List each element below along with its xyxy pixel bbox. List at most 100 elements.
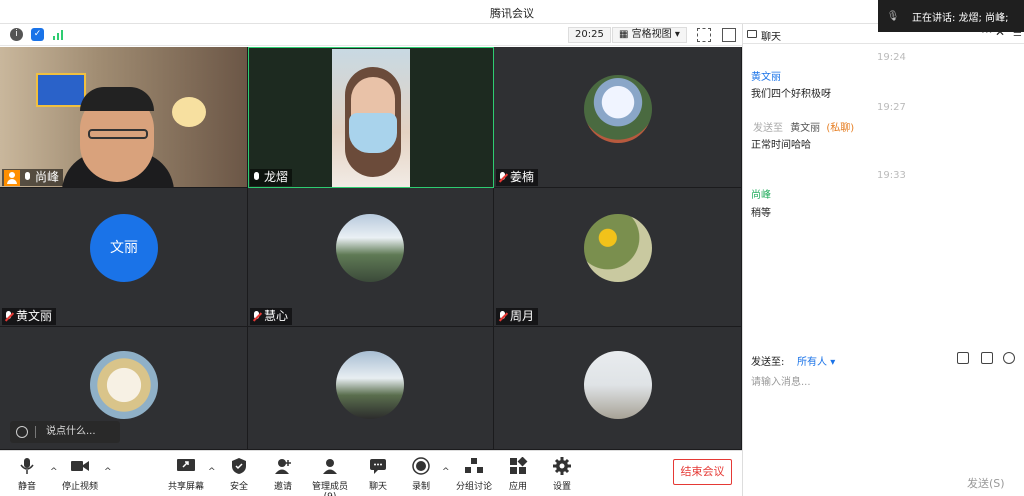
microphone-icon	[252, 171, 262, 184]
apps-button[interactable]: 应用	[507, 456, 529, 492]
chevron-up-icon[interactable]: ^	[50, 467, 58, 477]
screenshot-icon[interactable]	[981, 352, 993, 364]
window-title: 腾讯会议	[490, 7, 534, 20]
video-tile[interactable]: 慧心	[248, 188, 494, 327]
meeting-timer: 20:25	[568, 27, 611, 43]
microphone-muted-icon	[4, 310, 14, 323]
video-grid: 尚峰 龙熠 姜楠 文丽 黄文丽 慧心 周月 说点什么...	[0, 47, 742, 450]
camera-icon	[70, 457, 90, 475]
info-bar: i ✓ 20:25 ▦ 宫格视图 ▾	[0, 24, 742, 46]
view-mode-button[interactable]: ▦ 宫格视图 ▾	[612, 27, 687, 43]
participant-name: 黄文丽	[16, 309, 53, 323]
chat-label: 聊天	[368, 482, 387, 492]
microphone-icon	[23, 171, 33, 184]
invite-button[interactable]: 邀请	[272, 457, 294, 492]
participant-name: 尚峰	[35, 170, 60, 184]
participant-name: 姜楠	[510, 170, 535, 184]
chat-button[interactable]: 聊天	[367, 457, 389, 492]
shield-icon	[229, 457, 249, 475]
speaking-text: 正在讲话: 龙熠; 尚峰;	[912, 12, 1009, 24]
host-icon	[4, 169, 20, 186]
emoji-icon[interactable]	[16, 426, 28, 438]
video-tile[interactable]: 龙熠	[248, 47, 494, 188]
send-button[interactable]: 发送(S)	[967, 475, 1005, 491]
share-screen-icon	[176, 457, 196, 475]
send-to-prefix: 发送至	[753, 123, 783, 134]
microphone-muted-icon	[252, 310, 262, 323]
mute-button[interactable]: 静音	[14, 457, 40, 492]
message-time: 19:24	[877, 52, 906, 63]
chat-panel: 聊天 ··· ✕ ☰ 19:24 黄文丽 我们四个好积极呀 19:27 发送至 …	[742, 24, 1024, 496]
record-label: 录制	[411, 482, 430, 492]
title-bar: 腾讯会议	[0, 0, 1024, 24]
invite-label: 邀请	[273, 482, 292, 492]
chat-icon	[747, 30, 757, 38]
chevron-down-icon: ▾	[674, 29, 680, 40]
message-sender-private: 发送至 黄文丽 (私聊)	[753, 119, 854, 134]
stop-video-button[interactable]: 停止视频	[62, 457, 98, 492]
signal-icon[interactable]	[52, 28, 65, 41]
share-screen-label: 共享屏幕	[168, 482, 205, 492]
chevron-up-icon[interactable]: ^	[208, 467, 216, 477]
avatar	[584, 214, 652, 282]
microphone-muted-icon	[498, 310, 508, 323]
video-tile[interactable]: 姜楠	[494, 47, 742, 188]
participant-name: 周月	[510, 309, 535, 323]
avatar	[584, 351, 652, 419]
folder-icon[interactable]	[957, 352, 969, 364]
private-tag: (私聊)	[826, 123, 855, 134]
fullscreen-icon[interactable]	[697, 28, 711, 42]
security-button[interactable]: 安全	[228, 457, 250, 492]
breakout-button[interactable]: 分组讨论	[456, 457, 492, 492]
settings-label: 设置	[552, 482, 571, 492]
participant-nametag: 周月	[496, 308, 539, 325]
chevron-down-icon: ▾	[830, 357, 836, 368]
avatar	[336, 351, 404, 419]
record-button[interactable]: 录制	[410, 457, 432, 492]
video-tile[interactable]: 尚峰	[0, 47, 248, 188]
security-label: 安全	[229, 482, 248, 492]
info-icon[interactable]: i	[10, 28, 23, 41]
video-tile[interactable]	[248, 327, 494, 450]
settings-button[interactable]: 设置	[551, 457, 573, 492]
chevron-up-icon[interactable]: ^	[104, 467, 112, 477]
send-to-label: 发送至:	[751, 357, 785, 368]
end-meeting-button[interactable]: 结束会议	[673, 459, 732, 485]
record-icon	[411, 457, 431, 475]
video-tile[interactable]	[494, 327, 742, 450]
sidebar-toggle-icon[interactable]	[722, 28, 736, 42]
microphone-muted-icon	[498, 171, 508, 184]
shield-icon[interactable]: ✓	[31, 28, 44, 41]
message-sender: 黄文丽	[751, 72, 781, 83]
send-to-select[interactable]: 所有人 ▾	[797, 353, 835, 368]
video-tile[interactable]: 文丽 黄文丽	[0, 188, 248, 327]
divider	[35, 426, 36, 438]
participant-name: 龙熠	[264, 170, 289, 184]
apps-label: 应用	[508, 482, 527, 492]
view-mode-label: 宫格视图	[631, 29, 672, 40]
breakout-icon	[464, 457, 484, 475]
say-something-placeholder[interactable]: 说点什么...	[46, 426, 96, 437]
message-time: 19:33	[877, 170, 906, 181]
microphone-icon	[17, 457, 37, 475]
chat-title: 聊天	[761, 32, 781, 43]
video-tile[interactable]: 周月	[494, 188, 742, 327]
stop-video-label: 停止视频	[62, 482, 99, 492]
participant-name: 慧心	[264, 309, 289, 323]
avatar	[90, 351, 158, 419]
manage-members-button[interactable]: 管理成员(9)	[307, 457, 353, 496]
message-sender: 尚峰	[751, 190, 771, 201]
chat-input[interactable]: 请输入消息...	[751, 373, 1017, 463]
chat-icon	[368, 457, 388, 475]
user-icon[interactable]	[1003, 352, 1015, 364]
mute-label: 静音	[17, 482, 36, 492]
avatar	[336, 214, 404, 282]
microphone-icon: 🎙	[886, 10, 900, 22]
grid-icon: ▦	[619, 29, 629, 40]
share-screen-button[interactable]: 共享屏幕	[168, 457, 204, 492]
chevron-up-icon[interactable]: ^	[442, 467, 450, 477]
add-user-icon	[273, 457, 293, 475]
apps-icon	[508, 456, 528, 475]
breakout-label: 分组讨论	[456, 482, 493, 492]
quick-reaction-bar[interactable]: 说点什么...	[10, 421, 120, 443]
